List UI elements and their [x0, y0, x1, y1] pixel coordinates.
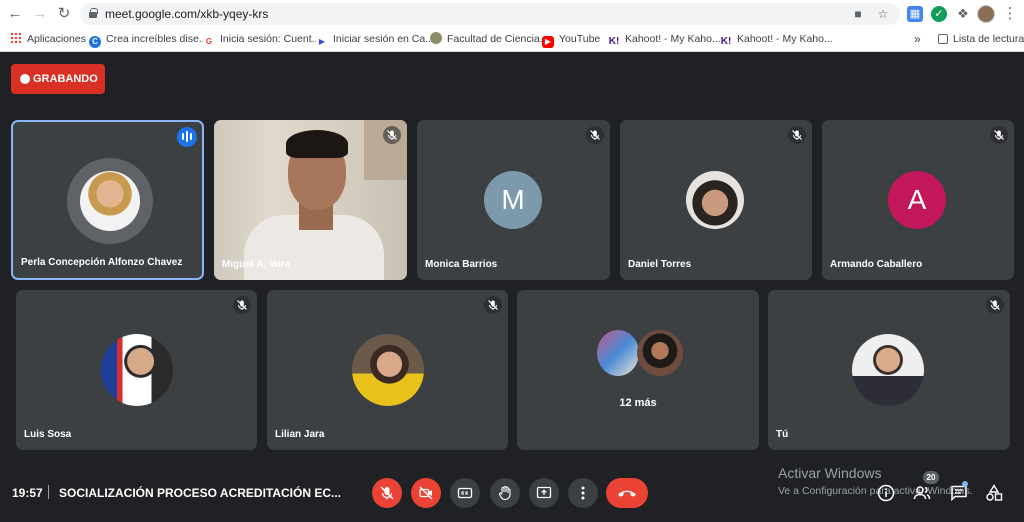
participant-tile[interactable]: Miguel A. Vora [214, 120, 407, 280]
windows-activation-subtitle: Ve a Configuración para activar Windows. [778, 485, 973, 497]
mic-off-icon [586, 126, 604, 144]
self-tile[interactable]: Tú [768, 290, 1010, 450]
bookmark-kahoot-1[interactable]: K! Kahoot! - My Kaho... [608, 31, 721, 47]
browser-toolbar: ← → ↻ meet.google.com/xkb-yqey-krs ■ ☆ ▦… [0, 0, 1024, 28]
reload-icon[interactable]: ↻ [54, 4, 74, 24]
mic-off-icon [986, 296, 1004, 314]
play-icon: ▶ [316, 36, 328, 48]
meeting-title[interactable]: SOCIALIZACIÓN PROCESO ACREDITACIÓN EC... [59, 486, 341, 500]
forward-icon[interactable]: → [30, 4, 50, 24]
participant-name: Daniel Torres [628, 259, 692, 270]
raise-hand-button[interactable] [490, 478, 520, 508]
speaking-indicator-icon [177, 127, 197, 147]
avatar [352, 334, 424, 406]
participant-tile[interactable]: Daniel Torres [620, 120, 812, 280]
canva-icon: C [89, 36, 101, 48]
windows-activation-title: Activar Windows [778, 465, 882, 481]
participant-name: Perla Concepción Alfonzo Chavez [21, 257, 183, 268]
mic-off-icon [233, 296, 251, 314]
star-icon[interactable]: ☆ [875, 6, 891, 22]
reading-list[interactable]: Lista de lectura [938, 31, 1024, 47]
participant-name: Luis Sosa [24, 429, 72, 440]
bookmark-apps[interactable]: Aplicaciones [10, 31, 86, 47]
mic-off-icon [484, 296, 502, 314]
present-screen-button[interactable] [529, 478, 559, 508]
puzzle-icon[interactable]: ❖ [955, 6, 971, 22]
toggle-camera-button[interactable] [411, 478, 441, 508]
participant-tile[interactable]: Lilian Jara [267, 290, 508, 450]
mic-off-icon [788, 126, 806, 144]
avatar [637, 330, 683, 376]
bookmark-kahoot-2[interactable]: K! Kahoot! - My Kaho... [720, 31, 833, 47]
more-participants-tile[interactable]: 12 más [517, 290, 759, 450]
kahoot-icon: K! [720, 36, 732, 47]
bookmarks-overflow[interactable]: » [914, 31, 921, 47]
kebab-menu-icon[interactable]: ⋮ [1000, 4, 1020, 24]
captions-icon [457, 487, 473, 499]
record-dot-icon [20, 74, 30, 84]
avatar [80, 171, 140, 231]
bookmark-youtube[interactable]: ▶ YouTube [542, 31, 600, 48]
mic-off-icon [380, 486, 394, 500]
present-icon [536, 486, 552, 499]
address-bar[interactable]: meet.google.com/xkb-yqey-krs ■ ☆ [80, 3, 900, 25]
reading-list-icon [938, 34, 948, 44]
youtube-icon: ▶ [542, 36, 554, 48]
participant-name: Monica Barrios [425, 259, 498, 270]
captions-button[interactable] [450, 478, 480, 508]
participant-name: Armando Caballero [830, 259, 923, 270]
info-icon[interactable] [877, 484, 895, 502]
participant-tile[interactable]: Perla Concepción Alfonzo Chavez [11, 120, 204, 280]
camera-off-icon [419, 486, 433, 500]
mic-off-icon [383, 126, 401, 144]
avatar [101, 334, 173, 406]
bookmark-facultad[interactable]: Facultad de Ciencia... [430, 31, 549, 47]
participant-tile[interactable]: Luis Sosa [16, 290, 257, 450]
check-extension-icon[interactable]: ✓ [931, 6, 947, 22]
docs-extension-icon[interactable]: ▦ [907, 6, 923, 22]
participant-name: Miguel A. Vora [222, 259, 291, 270]
bookmark-canva[interactable]: C Crea increíbles dise... [89, 31, 208, 48]
participant-tile[interactable]: A Armando Caballero [822, 120, 1014, 280]
kahoot-icon: K! [608, 36, 620, 47]
participant-name: Lilian Jara [275, 429, 325, 440]
avatar [686, 171, 744, 229]
divider [48, 485, 49, 499]
activities-icon[interactable] [985, 484, 1003, 502]
avatar-ring [67, 158, 153, 244]
participant-video [214, 120, 407, 280]
chat-notification-dot [962, 481, 968, 487]
participants-count-badge: 20 [923, 471, 939, 484]
google-icon: G [203, 36, 215, 48]
toggle-mic-button[interactable] [372, 478, 402, 508]
recording-indicator[interactable]: GRABANDO [11, 64, 105, 94]
participants-icon[interactable] [913, 484, 931, 502]
avatar: M [484, 171, 542, 229]
participant-name: Tú [776, 429, 789, 440]
url-text: meet.google.com/xkb-yqey-krs [105, 7, 269, 21]
more-participants-label: 12 más [619, 397, 657, 409]
bookmark-canvas[interactable]: ▶ Iniciar sesión en Ca... [316, 31, 434, 48]
back-icon[interactable]: ← [5, 4, 25, 24]
kebab-menu-icon [581, 486, 585, 500]
leave-call-button[interactable] [606, 478, 648, 508]
mic-off-icon [990, 126, 1008, 144]
clock: 19:57 [12, 486, 43, 500]
browser-chrome: ← → ↻ meet.google.com/xkb-yqey-krs ■ ☆ ▦… [0, 0, 1024, 52]
lock-icon [89, 8, 98, 18]
apps-grid-icon [10, 32, 21, 43]
hang-up-icon [618, 490, 636, 497]
hand-icon [498, 485, 511, 501]
avatar [852, 334, 924, 406]
profile-avatar[interactable] [977, 5, 995, 23]
participant-tile[interactable]: M Monica Barrios [417, 120, 610, 280]
bottom-bar: 19:57 SOCIALIZACIÓN PROCESO ACREDITACIÓN… [0, 464, 1024, 522]
bookmarks-bar: Aplicaciones C Crea increíbles dise... GI… [0, 28, 1024, 50]
avatar [597, 330, 639, 376]
more-options-button[interactable] [568, 478, 598, 508]
avatar: A [888, 171, 946, 229]
camera-icon[interactable]: ■ [850, 6, 866, 22]
seal-icon [430, 32, 442, 44]
bookmark-google[interactable]: G Inicia sesión: Cuent... [203, 31, 320, 48]
